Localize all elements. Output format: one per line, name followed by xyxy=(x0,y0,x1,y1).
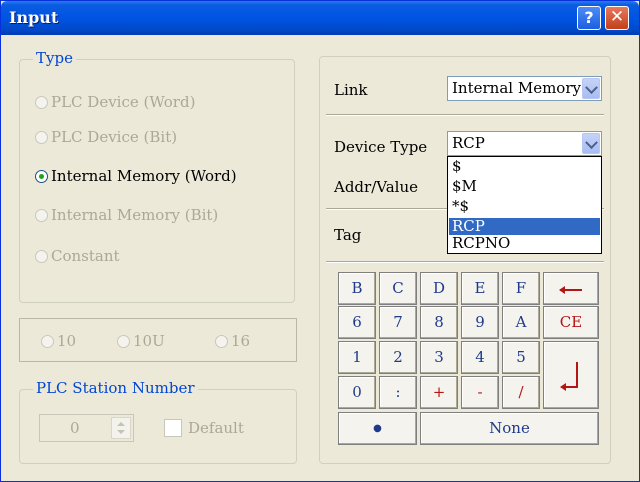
backspace-arrow-icon xyxy=(559,286,582,294)
radio-radix-16[interactable]: 16 xyxy=(215,332,250,350)
radio-button-icon xyxy=(215,334,228,348)
key-8[interactable]: 8 xyxy=(420,306,458,339)
backspace-button[interactable] xyxy=(543,272,599,305)
radio-label: 10 xyxy=(57,332,77,350)
key-3[interactable]: 3 xyxy=(420,341,458,374)
key-colon[interactable]: : xyxy=(379,376,417,409)
radio-radix-10[interactable]: 10 xyxy=(41,332,76,350)
input-dialog: Input ? ✕ Type PLC Device (Word) PLC Dev… xyxy=(0,0,640,482)
radio-button-selected-icon xyxy=(35,169,48,183)
chevron-down-icon[interactable] xyxy=(582,78,600,99)
default-checkbox-label: Default xyxy=(188,419,244,437)
key-1[interactable]: 1 xyxy=(338,341,376,374)
dropdown-item[interactable]: $ xyxy=(449,158,600,175)
radio-internal-memory-word[interactable]: Internal Memory (Word) xyxy=(35,167,237,185)
enter-button[interactable] xyxy=(543,341,599,409)
spin-buttons[interactable] xyxy=(111,417,131,439)
radio-label: Internal Memory (Bit) xyxy=(51,206,219,224)
device-type-select[interactable]: RCP xyxy=(447,131,602,156)
radio-label: Constant xyxy=(51,247,120,265)
help-icon: ? xyxy=(584,8,594,27)
device-type-dropdown-list: $ $M *$ RCP RCPNO xyxy=(447,156,602,254)
radio-internal-memory-bit[interactable]: Internal Memory (Bit) xyxy=(35,206,218,224)
close-button[interactable]: ✕ xyxy=(605,6,629,30)
key-dot[interactable]: ● xyxy=(338,412,417,445)
key-5[interactable]: 5 xyxy=(502,341,540,374)
key-0[interactable]: 0 xyxy=(338,376,376,409)
key-2[interactable]: 2 xyxy=(379,341,417,374)
radio-constant[interactable]: Constant xyxy=(35,247,120,265)
link-label: Link xyxy=(334,81,368,99)
type-group-legend: Type xyxy=(33,49,76,67)
key-e[interactable]: E xyxy=(461,272,499,305)
divider xyxy=(326,261,604,263)
key-7[interactable]: 7 xyxy=(379,306,417,339)
radio-button-icon xyxy=(117,334,130,348)
radio-label: 10U xyxy=(133,332,165,350)
chevron-down-icon[interactable] xyxy=(582,133,600,154)
clear-entry-button[interactable]: CE xyxy=(543,306,599,339)
dropdown-item[interactable]: RCPNO xyxy=(449,235,600,252)
tag-label: Tag xyxy=(334,226,362,244)
radio-button-icon xyxy=(35,130,48,144)
title-bar: Input ? ✕ xyxy=(1,1,639,35)
key-plus[interactable]: + xyxy=(420,376,458,409)
key-c[interactable]: C xyxy=(379,272,417,305)
help-button[interactable]: ? xyxy=(577,6,601,30)
enter-arrow-icon xyxy=(560,362,578,391)
key-b[interactable]: B xyxy=(338,272,376,305)
device-type-select-value: RCP xyxy=(452,134,485,152)
radio-button-icon xyxy=(35,249,48,263)
key-a[interactable]: A xyxy=(502,306,540,339)
key-slash[interactable]: / xyxy=(502,376,540,409)
key-4[interactable]: 4 xyxy=(461,341,499,374)
station-number-value: 0 xyxy=(70,419,80,437)
link-select[interactable]: Internal Memory xyxy=(447,76,602,101)
spin-arrows-icon xyxy=(117,422,125,434)
default-checkbox[interactable] xyxy=(164,419,182,437)
radio-radix-10u[interactable]: 10U xyxy=(117,332,165,350)
station-group-legend: PLC Station Number xyxy=(33,379,198,397)
station-number-stepper[interactable]: 0 xyxy=(39,414,134,442)
radio-button-icon xyxy=(35,208,48,222)
radio-label: PLC Device (Word) xyxy=(51,93,196,111)
radio-button-icon xyxy=(41,334,54,348)
radio-plc-device-bit[interactable]: PLC Device (Bit) xyxy=(35,128,177,146)
key-9[interactable]: 9 xyxy=(461,306,499,339)
radio-label: Internal Memory (Word) xyxy=(51,167,237,185)
key-minus[interactable]: - xyxy=(461,376,499,409)
none-button[interactable]: None xyxy=(420,412,599,445)
key-d[interactable]: D xyxy=(420,272,458,305)
device-type-label: Device Type xyxy=(334,138,428,156)
key-f[interactable]: F xyxy=(502,272,540,305)
radio-label: PLC Device (Bit) xyxy=(51,128,178,146)
key-6[interactable]: 6 xyxy=(338,306,376,339)
radio-button-icon xyxy=(35,95,48,109)
addr-value-label: Addr/Value xyxy=(334,178,418,196)
link-select-value: Internal Memory xyxy=(452,79,581,97)
dropdown-item-selected[interactable]: RCP xyxy=(449,218,600,235)
divider xyxy=(326,114,604,116)
window-title: Input xyxy=(9,8,59,27)
close-icon: ✕ xyxy=(609,7,625,27)
dropdown-item[interactable]: $M xyxy=(449,178,600,195)
radio-label: 16 xyxy=(231,332,251,350)
radio-plc-device-word[interactable]: PLC Device (Word) xyxy=(35,93,195,111)
dropdown-item[interactable]: *$ xyxy=(449,198,600,215)
